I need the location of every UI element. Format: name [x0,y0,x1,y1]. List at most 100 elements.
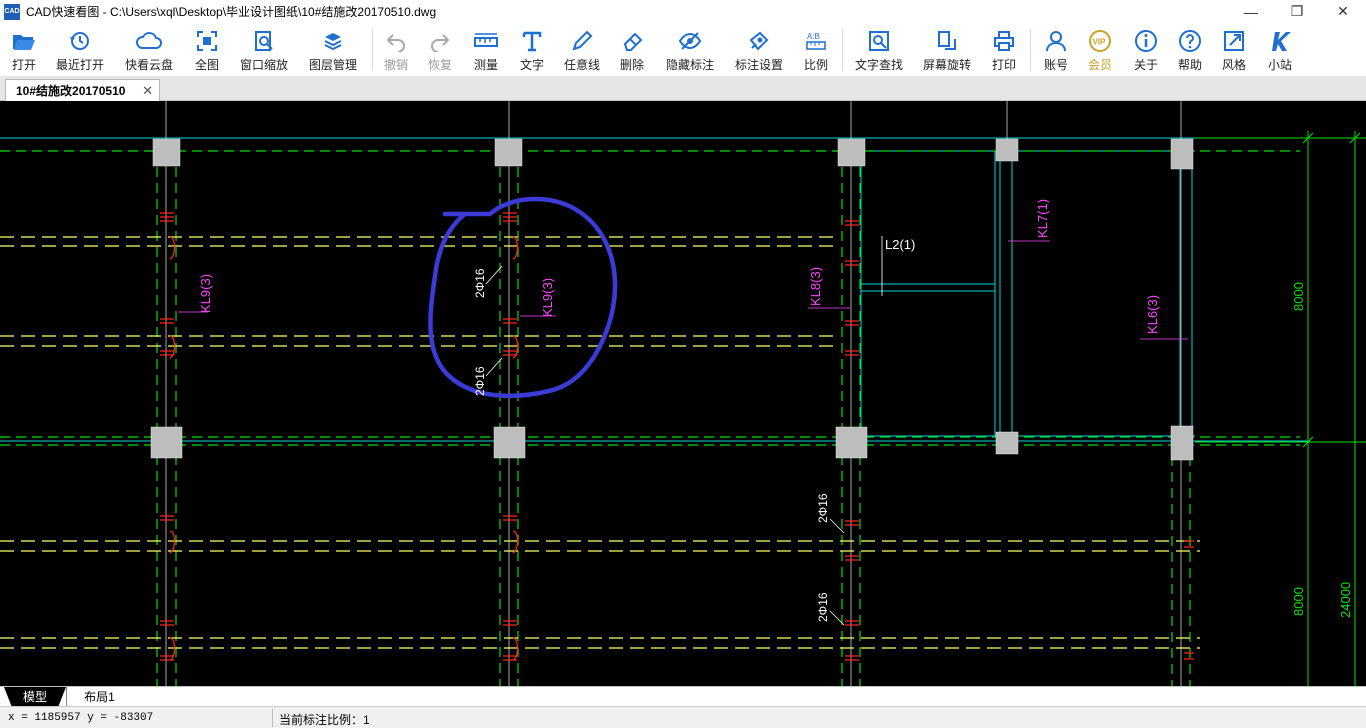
annotation-scale-text: 当前标注比例：1 [279,713,370,727]
rotate-screen-label: 屏幕旋转 [922,58,971,72]
minimize-button[interactable]: — [1228,0,1274,23]
vip-button[interactable]: VIP 会员 [1082,23,1118,76]
vip-label: 会员 [1087,58,1112,72]
site-button[interactable]: 小站 [1262,23,1298,76]
about-label: 关于 [1133,58,1158,72]
eye-hide-icon [676,27,704,55]
beam-label: KL9(3) [198,274,213,313]
dim-settings-button[interactable]: 标注设置 [730,23,788,76]
layers-button[interactable]: 图层管理 [304,23,362,76]
redo-icon [426,27,454,55]
text-button[interactable]: 文字 [514,23,550,76]
dimension-label: 24000 [1338,582,1353,618]
layout-tab-bar: 模型 布局1 [0,686,1366,706]
ruler-icon [472,27,500,55]
text-icon [518,27,546,55]
status-bar: x = 1185957 y = -83307 当前标注比例：1 [0,706,1366,728]
info-icon [1132,27,1160,55]
dimension-label: 8000 [1291,587,1306,616]
rebar-label: 2Φ16 [816,493,830,523]
close-button[interactable]: ✕ [1320,0,1366,23]
open-button[interactable]: 打开 [4,23,44,76]
site-label: 小站 [1267,58,1292,72]
tab-layout1[interactable]: 布局1 [66,687,132,706]
recent-label: 最近打开 [55,58,104,72]
style-label: 风格 [1221,58,1246,72]
help-button[interactable]: 帮助 [1172,23,1208,76]
layers-icon [319,27,347,55]
text-search-button[interactable]: 文字查找 [850,23,908,76]
freeline-button[interactable]: 任意线 [560,23,604,76]
toolbar: 打开 最近打开 快看云盘 全图 窗口缩放 图层管理 撤销 恢复 测量 文字 任意… [0,23,1366,76]
rebar-label: 2Φ16 [473,366,487,396]
dim-settings-icon [745,27,773,55]
beam-label: KL8(3) [808,267,823,306]
undo-icon [382,27,410,55]
maximize-button[interactable]: ❐ [1274,0,1320,23]
measure-label: 测量 [473,58,498,72]
zoom-window-label: 窗口缩放 [239,58,288,72]
text-label: 文字 [519,58,544,72]
svg-text:VIP: VIP [1093,38,1107,47]
dim-settings-label: 标注设置 [734,58,783,72]
cloud-button[interactable]: 快看云盘 [120,23,178,76]
cloud-label: 快看云盘 [124,58,173,72]
vip-icon: VIP [1086,27,1114,55]
printer-icon [990,27,1018,55]
toolbar-separator [1030,29,1031,71]
svg-text:A:B: A:B [807,32,820,41]
document-tab[interactable]: 10#结施改20170510 ✕ [5,79,160,101]
beam-label: KL6(3) [1145,295,1160,334]
rotate-screen-button[interactable]: 屏幕旋转 [918,23,976,76]
undo-button[interactable]: 撤销 [378,23,414,76]
beam-label: KL9(3) [540,278,555,317]
fullview-label: 全图 [194,58,219,72]
scale-button[interactable]: A:B 比例 [798,23,834,76]
delete-label: 删除 [619,58,644,72]
tab-model[interactable]: 模型 [4,687,66,706]
redo-label: 恢复 [427,58,452,72]
text-search-label: 文字查找 [854,58,903,72]
recent-button[interactable]: 最近打开 [52,23,108,76]
cursor-coordinates: x = 1185957 y = -83307 [8,712,154,724]
rebar-label: 2Φ16 [473,268,487,298]
freeline-label: 任意线 [563,58,600,72]
undo-label: 撤销 [383,58,408,72]
zoom-window-button[interactable]: 窗口缩放 [236,23,292,76]
style-button[interactable]: 风格 [1216,23,1252,76]
toolbar-separator [372,29,373,71]
toolbar-separator [842,29,843,71]
cloud-icon [135,27,163,55]
help-icon [1176,27,1204,55]
window-title: CAD快速看图 - C:\Users\xql\Desktop\毕业设计图纸\10… [26,5,437,19]
open-label: 打开 [11,58,36,72]
scale-icon: A:B [802,27,830,55]
document-tab-title: 10#结施改20170510 [16,84,126,98]
drawing-canvas[interactable]: KL9(3) KL9(3) KL8(3) KL7(1) KL6(3) L2(1)… [0,101,1366,686]
history-icon [66,27,94,55]
style-icon [1220,27,1248,55]
fullview-icon [193,27,221,55]
rotate-screen-icon [933,27,961,55]
measure-button[interactable]: 测量 [468,23,504,76]
print-button[interactable]: 打印 [986,23,1022,76]
app-logo-icon: CAD [4,3,20,20]
fullview-button[interactable]: 全图 [188,23,226,76]
zoom-window-icon [250,27,278,55]
k-site-icon [1266,27,1294,55]
delete-button[interactable]: 删除 [614,23,650,76]
folder-open-icon [10,27,38,55]
beam-label: KL7(1) [1035,199,1050,238]
hide-dim-label: 隐藏标注 [665,58,714,72]
account-button[interactable]: 账号 [1038,23,1074,76]
close-tab-icon[interactable]: ✕ [142,83,153,99]
print-label: 打印 [991,58,1016,72]
document-tab-bar: 10#结施改20170510 ✕ [0,76,1366,101]
about-button[interactable]: 关于 [1128,23,1164,76]
eraser-icon [618,27,646,55]
redo-button[interactable]: 恢复 [422,23,458,76]
status-divider [272,709,273,727]
user-icon [1042,27,1070,55]
hide-dim-button[interactable]: 隐藏标注 [662,23,718,76]
pen-icon [568,27,596,55]
